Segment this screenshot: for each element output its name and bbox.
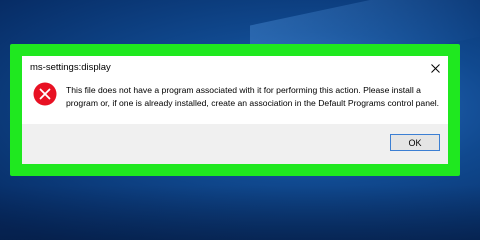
wallpaper-shadow [0,185,480,240]
error-dialog: ms-settings:display This file does not h… [22,56,448,164]
close-icon [430,63,440,73]
close-button[interactable] [426,59,444,77]
ok-button[interactable]: OK [390,134,440,151]
dialog-title-bar[interactable]: ms-settings:display [22,56,448,80]
error-message: This file does not have a program associ… [66,85,440,108]
dialog-title: ms-settings:display [30,62,111,73]
error-icon [33,82,57,106]
dialog-button-bar: OK [22,124,448,164]
green-highlight-frame: ms-settings:display This file does not h… [10,44,460,176]
